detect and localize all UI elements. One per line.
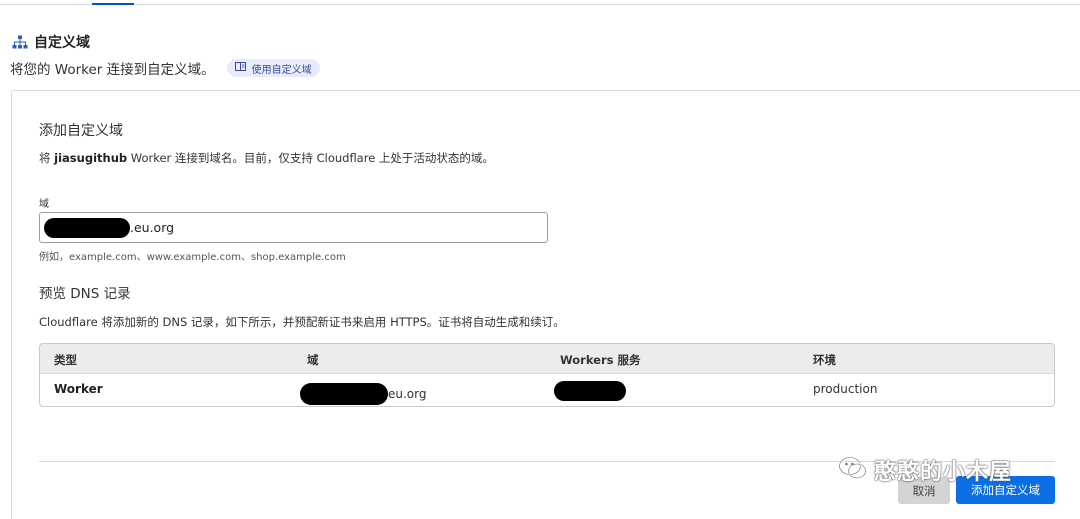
row-domain-value: eu.org <box>388 387 427 401</box>
section-description-row: 将您的 Worker 连接到自定义域。 使用自定义域 <box>10 58 320 78</box>
row-environment: production <box>813 382 878 396</box>
section-header: 自定义域 <box>12 32 90 52</box>
redaction-mark <box>554 381 626 401</box>
dns-preview-description: Cloudflare 将添加新的 DNS 记录，如下所示，并预配新证书来启用 H… <box>39 315 565 329</box>
sitemap-icon <box>12 35 28 49</box>
header-type: 类型 <box>54 353 77 367</box>
cancel-button[interactable]: 取消 <box>898 477 950 504</box>
top-tabs-divider <box>0 4 1080 5</box>
row-type: Worker <box>54 382 103 396</box>
section-title: 自定义域 <box>34 35 90 51</box>
active-tab-indicator <box>92 3 134 5</box>
card-description: 将 jiasugithub Worker 连接到域名。目前，仅支持 Cloudf… <box>39 150 494 166</box>
row-service <box>554 381 626 405</box>
domain-input-hint: 例如，example.com、www.example.com、shop.exam… <box>39 252 346 263</box>
header-environment: 环境 <box>813 353 836 367</box>
add-custom-domain-card: 添加自定义域 将 jiasugithub Worker 连接到域名。目前，仅支持… <box>11 90 1080 519</box>
table-header: 类型 域 Workers 服务 环境 <box>40 344 1054 374</box>
row-domain: eu.org <box>300 377 426 405</box>
redaction-mark <box>300 383 388 405</box>
card-title: 添加自定义域 <box>39 123 123 139</box>
domain-input-value: .eu.org <box>130 220 175 235</box>
add-custom-domain-button[interactable]: 添加自定义域 <box>956 476 1055 504</box>
redaction-mark <box>44 217 130 238</box>
dns-preview-title: 预览 DNS 记录 <box>39 286 131 302</box>
card-description-suffix: Worker 连接到域名。目前，仅支持 Cloudflare 上处于活动状态的域… <box>127 151 494 165</box>
header-domain: 域 <box>307 353 319 367</box>
footer-divider <box>39 461 1055 462</box>
header-service: Workers 服务 <box>560 353 641 367</box>
book-icon <box>234 62 246 74</box>
docs-link-label: 使用自定义域 <box>251 64 312 76</box>
domain-input[interactable]: .eu.org <box>39 212 548 243</box>
dns-records-table: 类型 域 Workers 服务 环境 Worker eu.org product… <box>39 343 1055 407</box>
worker-name: jiasugithub <box>54 151 128 165</box>
docs-link[interactable]: 使用自定义域 <box>226 59 320 77</box>
section-description: 将您的 Worker 连接到自定义域。 <box>10 62 215 78</box>
table-row: Worker eu.org production <box>40 374 1054 406</box>
card-description-prefix: 将 <box>39 151 55 165</box>
domain-field-label: 域 <box>39 199 49 210</box>
